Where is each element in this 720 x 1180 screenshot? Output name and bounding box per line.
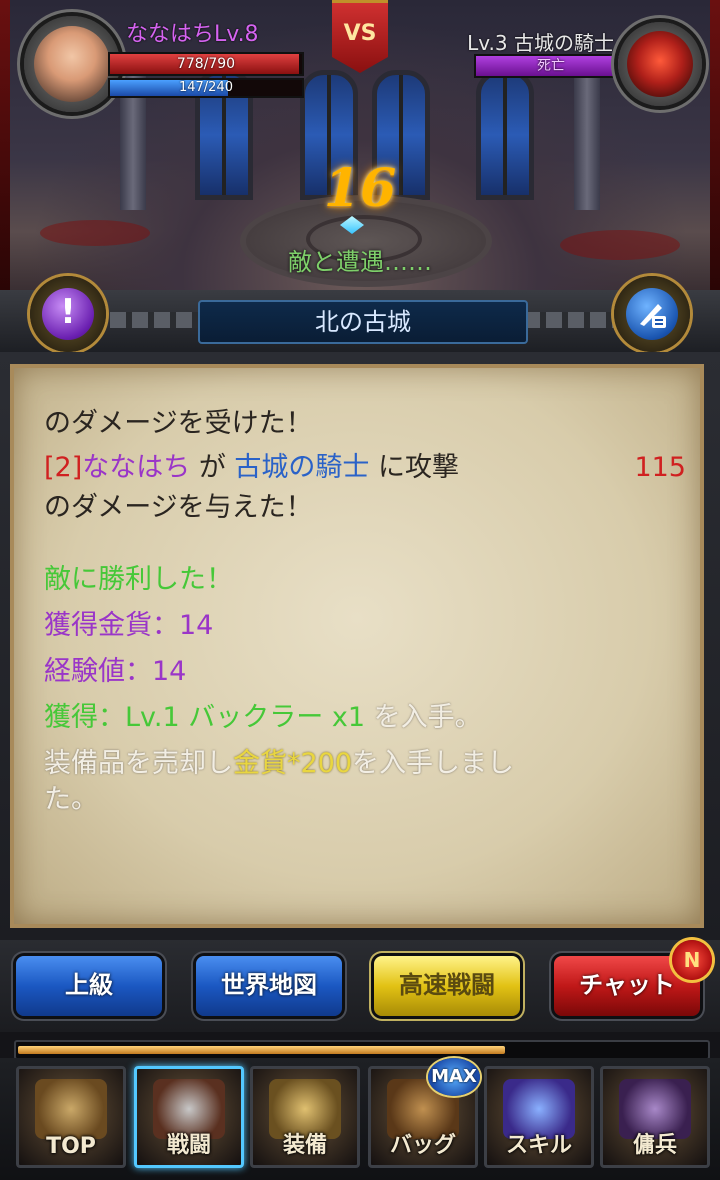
quill-scroll-icon — [626, 288, 678, 340]
chat-badge-label: N — [683, 948, 701, 972]
bag-max-badge: MAX — [428, 1058, 480, 1096]
bottom-nav: TOP 戦闘 装備 バッグ スキル 傭兵 — [0, 1058, 720, 1180]
log-line: のダメージを受けた！ — [44, 408, 313, 439]
nav-tab-mercenary[interactable]: 傭兵 — [600, 1066, 710, 1168]
location-name: 北の古城 — [315, 308, 411, 336]
player-mp-bar: 147/240 — [108, 78, 304, 98]
vs-badge: VS — [332, 0, 388, 73]
log-text: を入手しまし — [352, 748, 515, 779]
log-text: を入手。 — [365, 702, 482, 733]
battle-status-text: 敵と遭遇…… — [288, 248, 432, 276]
log-line: 装備品を売却し金貨*200を入手しまし — [44, 746, 514, 782]
log-exp: 経験値：14 — [44, 656, 187, 687]
fast-battle-button[interactable]: 高速戦闘 — [374, 956, 520, 1016]
log-text: が — [190, 452, 235, 483]
world-map-label: 世界地図 — [221, 971, 317, 999]
nav-label-battle: 戦闘 — [166, 1133, 211, 1158]
scene-frame-right — [710, 0, 720, 290]
player-avatar[interactable] — [24, 16, 120, 112]
log-gold: 獲得金貨：14 — [44, 610, 214, 641]
player-mp-text: 147/240 — [178, 80, 233, 95]
log-target: 古城の騎士 — [234, 452, 370, 483]
scene-frame-left — [0, 0, 10, 290]
exclamation-icon: ! — [42, 288, 94, 340]
advanced-label: 上級 — [65, 971, 113, 999]
enemy-avatar[interactable] — [618, 22, 702, 106]
vs-label: VS — [343, 21, 377, 46]
pillar — [574, 60, 600, 210]
battle-log-frame: のダメージを受けた！ [2]ななはち が 古城の騎士 に攻撃 115 のダメージ… — [0, 352, 720, 940]
log-text: に攻撃 — [369, 452, 460, 483]
blood-stain — [40, 220, 150, 246]
nav-tab-battle[interactable]: 戦闘 — [134, 1066, 244, 1168]
chain-decoration — [524, 312, 620, 328]
nav-label-equip: 装備 — [282, 1133, 327, 1158]
player-hp-bar: 778/790 — [108, 52, 304, 76]
log-line: た。 — [44, 784, 98, 815]
nav-tab-equip[interactable]: 装備 — [250, 1066, 360, 1168]
log-attack-index: [2] — [44, 452, 83, 483]
nav-label-skill: スキル — [505, 1133, 572, 1158]
chat-new-badge: N — [672, 940, 712, 980]
log-text: 装備品を売却し — [44, 748, 233, 779]
chain-decoration — [110, 312, 202, 328]
log-line: [2]ななはち が 古城の騎士 に攻撃 115 — [44, 450, 686, 486]
enemy-name: Lv.3 古城の騎士 — [467, 31, 614, 55]
log-damage: 115 — [634, 452, 686, 483]
nav-label-mercenary: 傭兵 — [632, 1133, 677, 1158]
castle-icon — [35, 1079, 107, 1139]
player-hp-text: 778/790 — [176, 56, 236, 72]
nav-label-top: TOP — [46, 1134, 96, 1159]
location-banner: 北の古城 ! — [0, 276, 720, 355]
nav-tab-skill[interactable]: スキル — [484, 1066, 594, 1168]
bag-max-label: MAX — [431, 1066, 477, 1087]
action-bar: 上級 世界地図 高速戦闘 チャット — [0, 940, 720, 1032]
world-map-button[interactable]: 世界地図 — [196, 956, 342, 1016]
log-sell-gold: 金貨*200 — [233, 748, 353, 779]
xp-bar — [14, 1040, 710, 1060]
enemy-hp-bar: 死亡 — [474, 54, 628, 78]
log-victory: 敵に勝利した！ — [44, 564, 233, 595]
log-attacker: ななはち — [82, 452, 191, 483]
xp-fill — [18, 1046, 506, 1054]
turn-counter: 16 — [323, 158, 397, 219]
stained-window — [476, 70, 534, 200]
fast-battle-label: 高速戦闘 — [399, 971, 495, 999]
battle-log[interactable]: のダメージを受けた！ [2]ななはち が 古城の騎士 に攻撃 115 のダメージ… — [10, 364, 704, 928]
player-portrait — [34, 26, 110, 102]
nav-tab-top[interactable]: TOP — [16, 1066, 126, 1168]
location-plate: 北の古城 — [198, 300, 528, 344]
blood-stain — [560, 230, 680, 260]
alert-button[interactable]: ! — [30, 276, 106, 352]
advanced-button[interactable]: 上級 — [16, 956, 162, 1016]
nav-label-bag: バッグ — [389, 1133, 456, 1158]
player-name: ななはちLv.8 — [126, 22, 259, 47]
quest-button[interactable] — [614, 276, 690, 352]
enemy-status: 死亡 — [537, 58, 565, 74]
enemy-portrait — [627, 31, 693, 97]
battle-scene: ななはちLv.8 778/790 147/240 VS Lv.3 古城の騎士 死… — [0, 0, 720, 296]
log-item: 獲得：Lv.1 バックラー x1 — [44, 702, 366, 733]
log-line: のダメージを与えた！ — [44, 492, 313, 523]
log-line: 獲得：Lv.1 バックラー x1 を入手。 — [44, 700, 482, 736]
